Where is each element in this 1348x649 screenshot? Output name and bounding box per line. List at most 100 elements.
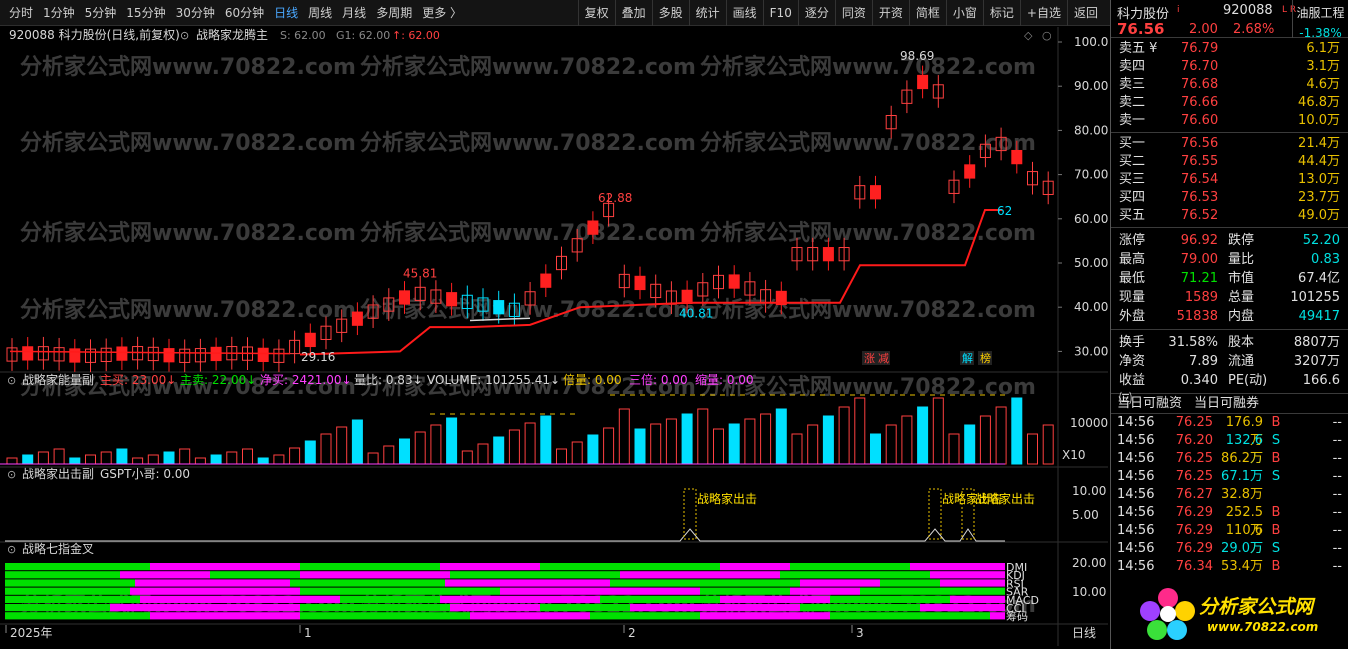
toolbar-button[interactable]: 画线 — [725, 0, 763, 26]
sell-level[interactable]: 卖三 76.68 4.6万 — [1111, 76, 1348, 94]
volume-bar — [587, 434, 599, 465]
toolbar-button[interactable]: 统计 — [688, 0, 726, 26]
level-price: 76.52 — [1181, 208, 1219, 223]
candle-body — [163, 348, 175, 363]
gold-strip — [790, 587, 860, 595]
watermark-text: 分析家公式网www.70822.com — [20, 130, 356, 156]
stat-label: 净资 — [1119, 354, 1146, 369]
period-tab[interactable]: 日线 — [269, 0, 303, 26]
buy-level[interactable]: 买五 76.52 49.0万 — [1111, 207, 1348, 225]
volume-bar — [885, 424, 897, 465]
level-volume: 4.6万 — [1306, 77, 1340, 92]
volume-bar — [760, 413, 772, 465]
close-icon[interactable]: ○ — [1042, 29, 1052, 42]
volume-bar — [304, 440, 316, 465]
toolbar-button[interactable]: 多股 — [651, 0, 689, 26]
period-tab[interactable]: 60分钟 — [220, 0, 269, 26]
candle-body — [257, 347, 269, 363]
gold-strip — [830, 595, 950, 603]
gold-strip — [135, 579, 290, 587]
stat-label: 市值 — [1228, 271, 1255, 286]
level-label: 买五 — [1119, 208, 1146, 223]
tick-time: 14:56 — [1117, 505, 1155, 520]
period-tab[interactable]: 5分钟 — [80, 0, 122, 26]
tick-list[interactable]: 14:56 76.25 176.9万 B -- 14:56 76.20 132.6万 S -- 14… — [1111, 414, 1348, 576]
period-tab[interactable]: 分时 — [4, 0, 38, 26]
period-tab[interactable]: 1分钟 — [38, 0, 80, 26]
tick-volume: 110.6万 — [1225, 523, 1263, 556]
toolbar-button[interactable]: 同资 — [834, 0, 872, 26]
toolbar-button[interactable]: 标记 — [982, 0, 1020, 26]
info-icon[interactable]: i — [1177, 5, 1180, 15]
period-tab[interactable]: 月线 — [337, 0, 371, 26]
period-tab[interactable]: 30分钟 — [171, 0, 220, 26]
tick-price: 76.34 — [1175, 559, 1213, 574]
panel-settings-icon[interactable]: ⊙ — [7, 374, 16, 387]
volume-bar — [775, 408, 787, 465]
tick-side: S — [1271, 469, 1281, 484]
volume-bar — [37, 451, 49, 465]
level-volume: 44.4万 — [1298, 154, 1340, 169]
y-tick-label: 30.00 — [1074, 344, 1108, 358]
period-tab[interactable]: 更多 〉 — [417, 0, 467, 26]
period-tab[interactable]: 15分钟 — [121, 0, 170, 26]
toolbar-button[interactable]: 简框 — [908, 0, 946, 26]
level-label: 买一 — [1119, 136, 1146, 151]
panel-settings-icon[interactable]: ⊙ — [7, 468, 16, 481]
volume-bar — [6, 457, 18, 465]
logo-url: www.70822.com — [1207, 620, 1319, 634]
gold-strip — [940, 579, 1005, 587]
diamond-icon[interactable]: ◇ — [1024, 29, 1033, 42]
sell-level[interactable]: 卖一 76.60 10.0万 — [1111, 112, 1348, 130]
panel-settings-icon[interactable]: ⊙ — [7, 543, 16, 556]
toolbar-button[interactable]: 返回 — [1066, 0, 1104, 26]
toolbar-button[interactable]: F10 — [762, 0, 798, 26]
period-tab[interactable]: 多周期 — [371, 0, 417, 26]
toolbar-button[interactable]: 叠加 — [614, 0, 652, 26]
volume-bar — [932, 397, 944, 465]
gold-strip — [120, 571, 210, 579]
watermark-text: 分析家公式网www.70822.com — [360, 220, 696, 246]
sector-index[interactable]: 油服工程 -1.38% — [1292, 0, 1348, 40]
kline-chart[interactable]: 分析家公式网www.70822.com 分析家公式网www.70822.com 分析… — [0, 27, 1108, 646]
price-panel-title: 920088 科力股份(日线,前复权) — [9, 27, 180, 42]
indicator-settings-icon[interactable]: ⊙ — [180, 29, 189, 42]
buy-level[interactable]: 买一 76.56 21.4万 — [1111, 135, 1348, 153]
candle-body — [870, 185, 881, 200]
tab-margin-sell[interactable]: 当日可融券 — [1188, 394, 1265, 413]
period-tab[interactable]: 周线 — [303, 0, 337, 26]
toolbar-button[interactable]: 复权 — [577, 0, 615, 26]
gold-strip — [5, 571, 120, 579]
golden-cross-strips: 20.0010.00DMIKDJRSISARMACDCCI筹码 — [5, 556, 1106, 623]
sell-level[interactable]: 卖四 76.70 3.1万 — [1111, 58, 1348, 76]
toolbar-button[interactable]: 逐分 — [797, 0, 835, 26]
sell-level[interactable]: 卖五 ¥ 76.79 6.1万 — [1111, 40, 1348, 58]
toolbar-button[interactable]: 小窗 — [945, 0, 983, 26]
gold-strip — [300, 604, 450, 612]
fundamental-stats: 换手 31.58% 股本 8807万 净资 7.89 流通 3207万 收益㈢ 0.340 PE(动… — [1111, 330, 1348, 407]
buy-level[interactable]: 买二 76.55 44.4万 — [1111, 153, 1348, 171]
hit-signal-label: 战略家出击 — [975, 491, 1035, 506]
volume-bar — [618, 408, 630, 465]
gold-strip — [860, 587, 1005, 595]
volume-bar — [964, 424, 976, 465]
toolbar-button[interactable]: +自选 — [1019, 0, 1067, 26]
stat-value: 8807万 — [1293, 335, 1340, 350]
buy-level[interactable]: 买四 76.53 23.7万 — [1111, 189, 1348, 207]
sell-level[interactable]: 卖二 76.66 46.8万 — [1111, 94, 1348, 112]
toolbar-button[interactable]: 开资 — [871, 0, 909, 26]
flower-logo-icon — [1140, 588, 1195, 640]
tab-margin-buy[interactable]: 当日可融资 — [1111, 394, 1188, 413]
tick-time: 14:56 — [1117, 523, 1155, 538]
volume-bar — [477, 443, 489, 465]
volume-bar — [822, 415, 834, 465]
y-tick-label: 90.00 — [1074, 79, 1108, 93]
buy-level[interactable]: 买三 76.54 13.0万 — [1111, 171, 1348, 189]
tick-suffix: -- — [1332, 469, 1342, 484]
gold-strip — [300, 571, 450, 579]
volume-bar — [1042, 424, 1054, 465]
level-volume: 13.0万 — [1298, 172, 1340, 187]
candle-body — [69, 348, 81, 363]
signal-tag: 榜 — [980, 351, 991, 365]
trading-app: 分时 1分钟 5分钟 15分钟 30分钟 60分钟 日线 周线 月线 多周期 更多 〉 复权 叠加 多股… — [0, 0, 1348, 649]
